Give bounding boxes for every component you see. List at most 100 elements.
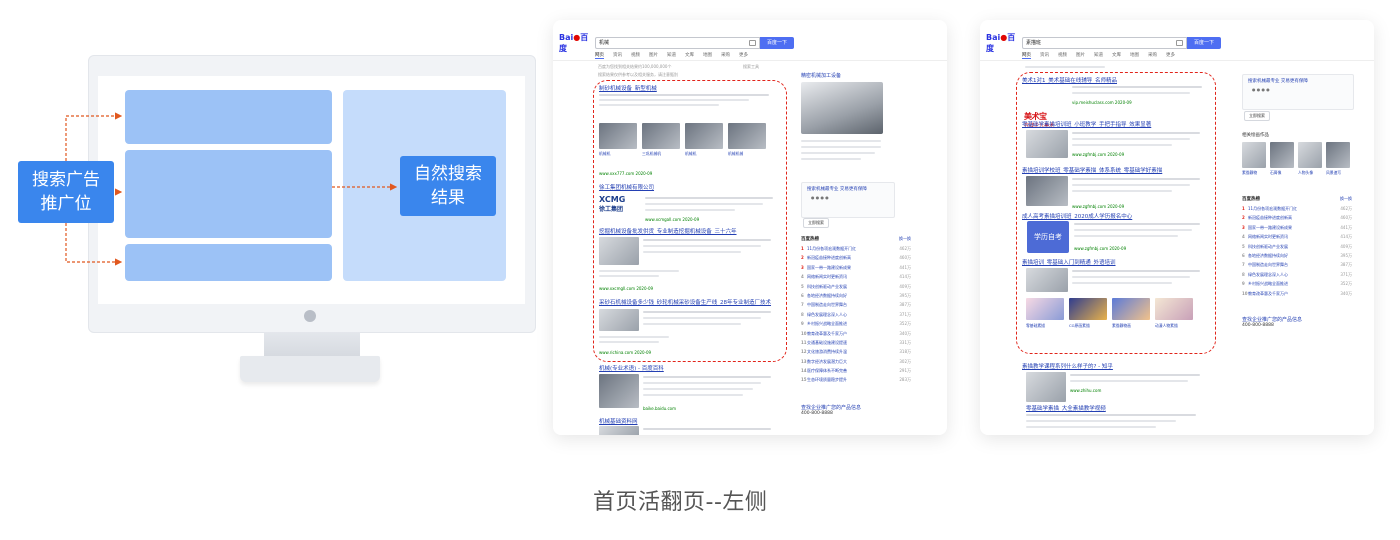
hot-text[interactable]: 11月份各项宏观数据开门红	[1248, 206, 1297, 211]
product-thumbnail[interactable]	[642, 123, 680, 149]
hot-list-item[interactable]: 9 乡村振兴战略全面推进 352万	[801, 321, 911, 330]
ad-thumbnail[interactable]	[1026, 176, 1068, 206]
hot-text[interactable]: 11月份各项宏观数据开门红	[807, 246, 856, 251]
hot-text[interactable]: 网络新闻实时更新资讯	[807, 274, 847, 279]
hot-text[interactable]: 各地经济数据持续向好	[1248, 253, 1288, 258]
hot-text[interactable]: 国家一带一路建设新成果	[807, 265, 851, 270]
course-caption[interactable]: 素描静物画	[1112, 323, 1131, 329]
thumbnail-caption[interactable]: 机械机	[685, 151, 696, 157]
ad-result-title[interactable]: 素描培训学校班_零基础学素描_体系系统_零基础学好素描	[1022, 166, 1162, 174]
product-thumbnail[interactable]	[599, 237, 639, 265]
hot-list-refresh[interactable]: 换一换	[899, 236, 911, 242]
tab-zhidao[interactable]: 知道	[1094, 52, 1103, 59]
hot-list-item[interactable]: 10教育改革惠及千家万户 340万	[1242, 291, 1352, 300]
xcmg-logo[interactable]: XCMG 徐工集团	[599, 195, 639, 219]
product-thumbnail[interactable]	[685, 123, 723, 149]
tab-news[interactable]: 资讯	[1040, 52, 1049, 59]
tab-more[interactable]: 更多	[1166, 52, 1175, 59]
hot-text[interactable]: 教育改革惠及千家万户	[807, 331, 847, 336]
hot-list-item[interactable]: 7 中国制造走向世界舞台 387万	[801, 302, 911, 311]
hot-text[interactable]: 中国制造走向世界舞台	[807, 302, 847, 307]
tab-images[interactable]: 图片	[649, 52, 658, 59]
verify-button[interactable]: 立即搜索	[803, 218, 829, 228]
product-thumbnail[interactable]	[599, 309, 639, 331]
camera-icon[interactable]	[1176, 40, 1183, 46]
course-thumbnail[interactable]	[1026, 298, 1064, 320]
ad-thumbnail[interactable]	[1026, 130, 1068, 158]
ad-result-title[interactable]: 制砂机械设备_新型机械	[599, 84, 657, 92]
thumbnail-caption[interactable]: 三巩机械机	[642, 151, 661, 157]
product-thumbnail[interactable]	[599, 123, 637, 149]
course-thumbnail[interactable]	[1155, 298, 1193, 320]
tab-news[interactable]: 资讯	[613, 52, 622, 59]
baidu-logo[interactable]: Bai●百度	[986, 32, 1022, 54]
hot-text[interactable]: 交通基础设施建设提速	[807, 340, 847, 345]
hot-list-item[interactable]: 15生态环境质量稳步提升 283万	[801, 377, 911, 386]
ad-result-title[interactable]: 素描培训_零基础入门到精通_外语培训	[1022, 258, 1116, 266]
hot-text[interactable]: 各地经济数据持续向好	[807, 293, 847, 298]
hot-text[interactable]: 教育改革惠及千家万户	[1248, 291, 1288, 296]
search-button[interactable]: 百度一下	[760, 37, 794, 49]
course-caption[interactable]: 零基础素描	[1026, 323, 1045, 329]
search-input[interactable]: 素描班	[1022, 37, 1187, 49]
ad-result-title[interactable]: 挖掘机械设备批发供货_专业制造挖掘机械设备_三十六年	[599, 227, 737, 235]
ad-result-title[interactable]: 零基础学素描培训班_小班教学_手把手指导_效果显著	[1022, 120, 1151, 128]
baidu-logo[interactable]: Bai●百度	[559, 32, 595, 54]
trust-line[interactable]: 搜索机械最专业 交易更有保障	[1243, 75, 1353, 87]
hot-list-item[interactable]: 11交通基础设施建设提速 331万	[801, 340, 911, 349]
hot-list-item[interactable]: 8 绿色发展理念深入人心 371万	[1242, 272, 1352, 281]
hot-list-item[interactable]: 13数字经济发展潜力巨大 302万	[801, 359, 911, 368]
course-caption[interactable]: CG原画素描	[1069, 323, 1090, 329]
hot-text[interactable]: 中国制造走向世界舞台	[1248, 262, 1288, 267]
search-input[interactable]: 机械	[595, 37, 760, 49]
ad-thumbnail[interactable]	[1026, 268, 1068, 292]
organic-result-title[interactable]: 机械基础资料网	[599, 417, 638, 425]
tab-purchase[interactable]: 采购	[1148, 52, 1157, 59]
xueli-zikao-logo[interactable]: 学历自考	[1027, 221, 1069, 253]
hot-text[interactable]: 文化旅游消费持续升温	[807, 349, 847, 354]
hot-list-item[interactable]: 2 新冠疫苗接种进度创新高 460万	[1242, 215, 1352, 224]
tab-purchase[interactable]: 采购	[721, 52, 730, 59]
hot-list-item[interactable]: 3 国家一带一路建设新成果 441万	[1242, 225, 1352, 234]
tab-zhidao[interactable]: 知道	[667, 52, 676, 59]
tab-map[interactable]: 地图	[703, 52, 712, 59]
tab-map[interactable]: 地图	[1130, 52, 1139, 59]
tab-images[interactable]: 图片	[1076, 52, 1085, 59]
tab-video[interactable]: 视频	[631, 52, 640, 59]
organic-result-title[interactable]: 机械(专业术语) - 百度百科	[599, 364, 664, 372]
tab-wenku[interactable]: 文库	[1112, 52, 1121, 59]
hot-list-item[interactable]: 1 11月份各项宏观数据开门红 462万	[801, 246, 911, 255]
organic-thumbnail[interactable]	[599, 374, 639, 408]
search-button[interactable]: 百度一下	[1187, 37, 1221, 49]
hot-text[interactable]: 新冠疫苗接种进度创新高	[807, 255, 851, 260]
ad-result-title[interactable]: 采砂石机械设备多少钱_砂轮机械采砂设备生产线_28年专业制造厂技术	[599, 298, 771, 306]
hot-text[interactable]: 新冠疫苗接种进度创新高	[1248, 215, 1292, 220]
tab-more[interactable]: 更多	[739, 52, 748, 59]
course-thumbnail[interactable]	[1069, 298, 1107, 320]
hot-text[interactable]: 绿色发展理念深入人心	[1248, 272, 1288, 277]
related-image[interactable]	[1298, 142, 1322, 168]
hot-list-item[interactable]: 7 中国制造走向世界舞台 387万	[1242, 262, 1352, 271]
related-caption[interactable]: 素描静物	[1242, 170, 1257, 176]
related-image[interactable]	[1242, 142, 1266, 168]
organic-thumbnail[interactable]	[1026, 372, 1066, 402]
side-footer-link[interactable]: 查找企业推广您的产品信息	[1242, 316, 1302, 323]
side-product-title[interactable]: 精密机械加工设备	[801, 72, 841, 79]
side-footer-link[interactable]: 查找企业推广您的产品信息	[801, 404, 861, 411]
organic-result-title[interactable]: 素描教学课程系列什么样子的? - 知乎	[1022, 362, 1113, 370]
related-caption[interactable]: 风景速写	[1326, 170, 1341, 176]
hot-list-item[interactable]: 8 绿色发展理念深入人心 371万	[801, 312, 911, 321]
related-caption[interactable]: 石膏像	[1270, 170, 1281, 176]
organic-result-title[interactable]: 零基础学素描_大全素描教学视频	[1026, 404, 1106, 412]
hot-text[interactable]: 国家一带一路建设新成果	[1248, 225, 1292, 230]
hot-text[interactable]: 生态环境质量稳步提升	[807, 377, 847, 382]
tab-video[interactable]: 视频	[1058, 52, 1067, 59]
camera-icon[interactable]	[749, 40, 756, 46]
hot-text[interactable]: 科技创新驱动产业发展	[807, 284, 847, 289]
trust-line[interactable]: 搜索机械最专业 交易更有保障	[802, 183, 894, 195]
hot-list-item[interactable]: 10教育改革惠及千家万户 340万	[801, 331, 911, 340]
hot-list-item[interactable]: 6 各地经济数据持续向好 395万	[801, 293, 911, 302]
hot-text[interactable]: 乡村振兴战略全面推进	[807, 321, 847, 326]
hot-list-item[interactable]: 2 新冠疫苗接种进度创新高 460万	[801, 255, 911, 264]
machine-image[interactable]	[801, 82, 883, 134]
